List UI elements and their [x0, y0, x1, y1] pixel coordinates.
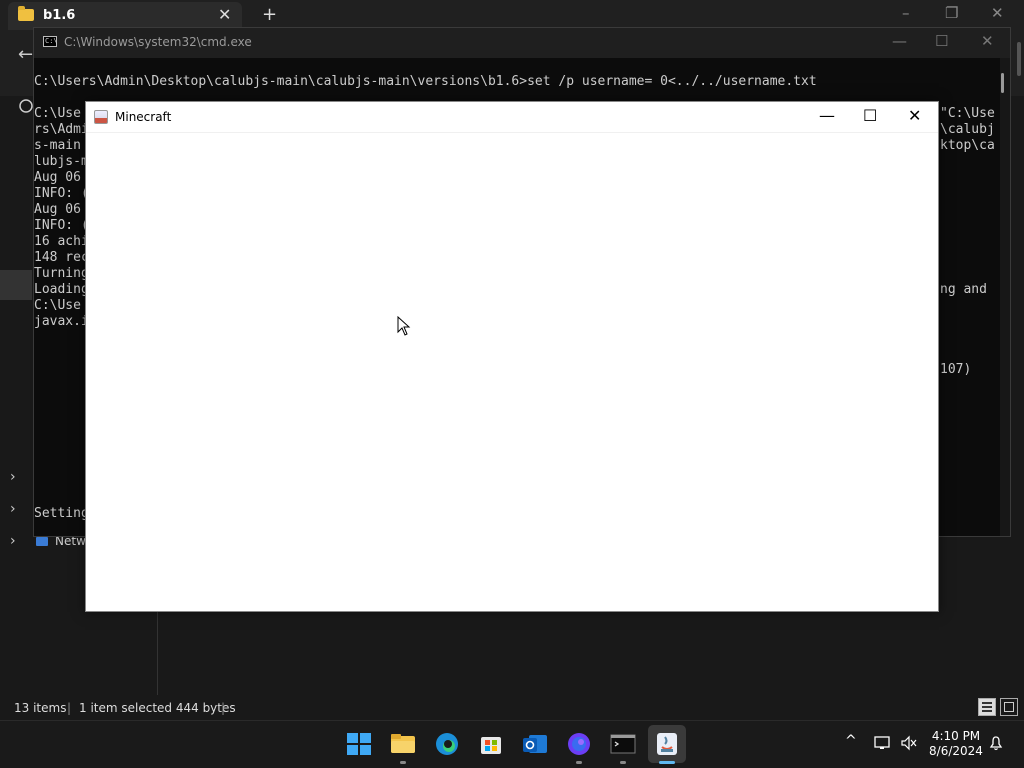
chevron-right-icon[interactable]: ›: [10, 533, 16, 549]
explorer-scrollbar[interactable]: [1017, 42, 1021, 76]
output-line: javax.i: [34, 314, 89, 329]
cmd-maximize-button[interactable]: ☐: [935, 32, 948, 50]
output-line: Setting: [34, 506, 89, 521]
output-line: \calubj: [940, 122, 995, 137]
output-line: 148 rec: [34, 250, 89, 265]
back-arrow-icon[interactable]: ←: [18, 44, 33, 65]
tiles-view-button[interactable]: [1000, 698, 1018, 716]
edge-icon[interactable]: [432, 729, 462, 759]
output-line: C:\Use: [34, 298, 81, 313]
status-separator: |: [221, 701, 226, 715]
output-line: INFO: (: [34, 218, 89, 233]
folder-icon: [18, 6, 34, 21]
minecraft-window[interactable]: Minecraft — ☐ ✕: [85, 101, 939, 612]
chevron-right-icon[interactable]: ›: [10, 501, 16, 517]
output-line: s-main: [34, 138, 81, 153]
status-bar: 13 items | 1 item selected 444 bytes |: [0, 697, 1024, 720]
minecraft-titlebar[interactable]: Minecraft — ☐ ✕: [86, 102, 938, 133]
clock-time: 4:10 PM: [931, 729, 981, 743]
output-line: C:\Use: [34, 106, 81, 121]
minecraft-close-button[interactable]: ✕: [908, 106, 921, 125]
minecraft-maximize-button[interactable]: ☐: [863, 106, 877, 125]
explorer-minimize-button[interactable]: –: [902, 4, 910, 22]
sidebar-selected-item[interactable]: [0, 270, 32, 300]
running-indicator: [400, 761, 406, 764]
details-view-button[interactable]: [978, 698, 996, 716]
minecraft-title: Minecraft: [115, 110, 172, 124]
new-tab-button[interactable]: +: [262, 4, 277, 25]
terminal-icon[interactable]: [608, 729, 638, 759]
clock-date: 8/6/2024: [929, 744, 983, 758]
output-line: lubjs-m: [34, 154, 89, 169]
java-taskbar-button[interactable]: [648, 725, 686, 763]
tab-close-icon[interactable]: ✕: [218, 5, 231, 24]
minecraft-canvas[interactable]: [86, 133, 938, 611]
tray-clock[interactable]: 4:10 PM 8/6/2024: [924, 729, 988, 759]
active-indicator: [659, 761, 675, 764]
mouse-cursor-icon: [397, 316, 411, 336]
cmd-titlebar[interactable]: C:\ C:\Windows\system32\cmd.exe — ☐ ✕: [34, 28, 1010, 58]
output-line: ktop\ca: [940, 138, 995, 153]
status-separator: |: [67, 701, 72, 715]
cmd-minimize-button[interactable]: —: [892, 32, 907, 50]
output-line: 16 achi: [34, 234, 89, 249]
file-explorer-icon[interactable]: [388, 729, 418, 759]
explorer-maximize-button[interactable]: ❐: [945, 4, 958, 22]
output-line: Aug 06: [34, 202, 81, 217]
items-count: 13 items: [14, 701, 67, 715]
selection-info: 1 item selected 444 bytes: [79, 701, 236, 715]
taskbar: [0, 720, 1024, 768]
output-line: "C:\Use: [940, 106, 995, 121]
share-icon[interactable]: [18, 98, 34, 114]
output-line: ng and: [940, 282, 987, 297]
output-line: 107): [940, 362, 972, 377]
outlook-icon[interactable]: [520, 729, 550, 759]
tab-title: b1.6: [43, 8, 76, 23]
output-line: Turning: [34, 266, 89, 281]
tray-overflow-chevron-icon[interactable]: ^: [845, 733, 857, 749]
store-icon[interactable]: [476, 729, 506, 759]
notification-bell-icon[interactable]: [988, 735, 1004, 751]
network-status-icon[interactable]: [874, 735, 892, 751]
divider: [157, 610, 158, 695]
output-line: INFO: (: [34, 186, 89, 201]
explorer-close-button[interactable]: ✕: [991, 4, 1004, 22]
network-icon: [36, 537, 48, 546]
explorer-tab[interactable]: b1.6 ✕: [8, 2, 242, 30]
cmd-close-button[interactable]: ✕: [981, 32, 994, 50]
command-line: C:\Users\Admin\Desktop\calubjs-main\calu…: [34, 74, 817, 89]
output-line: Aug 06: [34, 170, 81, 185]
running-indicator: [576, 761, 582, 764]
volume-muted-icon[interactable]: [900, 735, 918, 751]
cmd-icon: C:\: [43, 36, 58, 47]
java-icon: [657, 733, 677, 755]
firefox-icon[interactable]: [564, 729, 594, 759]
output-line: Loading: [34, 282, 89, 297]
output-line: rs\Admi: [34, 122, 89, 137]
chevron-right-icon[interactable]: ›: [10, 469, 16, 485]
start-icon[interactable]: [344, 729, 374, 759]
java-icon: [94, 110, 108, 124]
minecraft-minimize-button[interactable]: —: [819, 106, 835, 125]
running-indicator: [620, 761, 626, 764]
cmd-title: C:\Windows\system32\cmd.exe: [64, 35, 252, 49]
